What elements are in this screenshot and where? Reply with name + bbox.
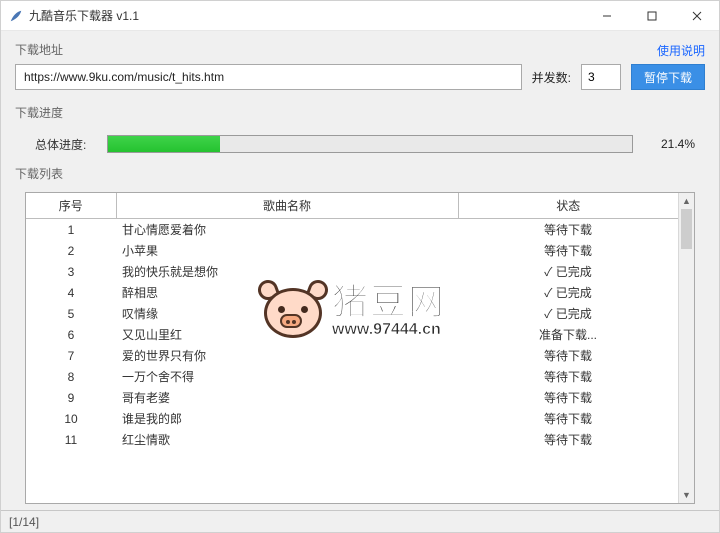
- cell-name: 醉相思: [116, 282, 458, 303]
- maximize-button[interactable]: [629, 1, 674, 31]
- content-area: 下载地址 使用说明 并发数: 暂停下载 下载进度 总体进度: 21.4% 下载列…: [1, 31, 719, 504]
- download-table: 序号 歌曲名称 状态 1甘心情愿爱着你等待下载2小苹果等待下载3我的快乐就是想你…: [26, 193, 678, 450]
- progress-bar-fill: [108, 136, 220, 152]
- close-button[interactable]: [674, 1, 719, 31]
- table-row[interactable]: 2小苹果等待下载: [26, 240, 678, 261]
- table-row[interactable]: 9哥有老婆等待下载: [26, 387, 678, 408]
- status-bar: [1/14]: [1, 510, 719, 532]
- table-row[interactable]: 1甘心情愿爱着你等待下载: [26, 219, 678, 241]
- cell-index: 1: [26, 219, 116, 241]
- cell-name: 红尘情歌: [116, 429, 458, 450]
- cell-status: 等待下载: [458, 387, 678, 408]
- cell-index: 8: [26, 366, 116, 387]
- cell-status: ✓ 已完成: [458, 261, 678, 282]
- url-row: 并发数: 暂停下载: [15, 64, 705, 90]
- list-section-label: 下载列表: [15, 165, 705, 182]
- cell-index: 2: [26, 240, 116, 261]
- table-row[interactable]: 5叹情缘✓ 已完成: [26, 303, 678, 324]
- cell-index: 11: [26, 429, 116, 450]
- cell-index: 5: [26, 303, 116, 324]
- table-row[interactable]: 3我的快乐就是想你✓ 已完成: [26, 261, 678, 282]
- table-row[interactable]: 7爱的世界只有你等待下载: [26, 345, 678, 366]
- cell-status: 等待下载: [458, 429, 678, 450]
- pause-download-button[interactable]: 暂停下载: [631, 64, 705, 90]
- cell-name: 叹情缘: [116, 303, 458, 324]
- app-window: 九酷音乐下载器 v1.1 下载地址 使用说明 并发数: 暂停下载 下载进度 总体…: [0, 0, 720, 533]
- scroll-thumb[interactable]: [681, 209, 692, 249]
- overall-progress-label: 总体进度:: [35, 136, 95, 153]
- download-table-container: 序号 歌曲名称 状态 1甘心情愿爱着你等待下载2小苹果等待下载3我的快乐就是想你…: [25, 192, 695, 504]
- concurrency-input[interactable]: [581, 64, 621, 90]
- table-row[interactable]: 4醉相思✓ 已完成: [26, 282, 678, 303]
- progress-bar: [107, 135, 633, 153]
- cell-index: 6: [26, 324, 116, 345]
- cell-index: 4: [26, 282, 116, 303]
- table-row[interactable]: 8一万个舍不得等待下载: [26, 366, 678, 387]
- scroll-down-arrow[interactable]: ▼: [679, 487, 694, 503]
- cell-name: 甘心情愿爱着你: [116, 219, 458, 241]
- status-text: [1/14]: [9, 515, 39, 529]
- cell-index: 10: [26, 408, 116, 429]
- cell-status: 等待下载: [458, 240, 678, 261]
- cell-name: 哥有老婆: [116, 387, 458, 408]
- progress-percent-text: 21.4%: [645, 137, 695, 151]
- cell-index: 7: [26, 345, 116, 366]
- cell-name: 小苹果: [116, 240, 458, 261]
- concurrency-label: 并发数:: [532, 69, 571, 86]
- table-row[interactable]: 6又见山里红准备下载...: [26, 324, 678, 345]
- progress-section-label: 下载进度: [15, 104, 705, 121]
- cell-status: ✓ 已完成: [458, 282, 678, 303]
- cell-name: 谁是我的郎: [116, 408, 458, 429]
- app-icon: [9, 9, 23, 23]
- progress-row: 总体进度: 21.4%: [15, 127, 705, 161]
- cell-status: 等待下载: [458, 219, 678, 241]
- url-input[interactable]: [15, 64, 522, 90]
- cell-name: 一万个舍不得: [116, 366, 458, 387]
- vertical-scrollbar[interactable]: ▲ ▼: [678, 193, 694, 503]
- minimize-button[interactable]: [584, 1, 629, 31]
- cell-status: 等待下载: [458, 366, 678, 387]
- cell-status: 准备下载...: [458, 324, 678, 345]
- table-row[interactable]: 11红尘情歌等待下载: [26, 429, 678, 450]
- cell-name: 爱的世界只有你: [116, 345, 458, 366]
- cell-index: 3: [26, 261, 116, 282]
- window-title: 九酷音乐下载器 v1.1: [29, 7, 584, 24]
- url-section-label: 下载地址: [15, 41, 63, 58]
- cell-index: 9: [26, 387, 116, 408]
- scroll-up-arrow[interactable]: ▲: [679, 193, 694, 209]
- table-row[interactable]: 10谁是我的郎等待下载: [26, 408, 678, 429]
- cell-name: 又见山里红: [116, 324, 458, 345]
- cell-status: ✓ 已完成: [458, 303, 678, 324]
- col-header-name[interactable]: 歌曲名称: [116, 193, 458, 219]
- col-header-index[interactable]: 序号: [26, 193, 116, 219]
- col-header-status[interactable]: 状态: [458, 193, 678, 219]
- help-link[interactable]: 使用说明: [657, 42, 705, 59]
- titlebar: 九酷音乐下载器 v1.1: [1, 1, 719, 31]
- cell-status: 等待下载: [458, 345, 678, 366]
- cell-status: 等待下载: [458, 408, 678, 429]
- cell-name: 我的快乐就是想你: [116, 261, 458, 282]
